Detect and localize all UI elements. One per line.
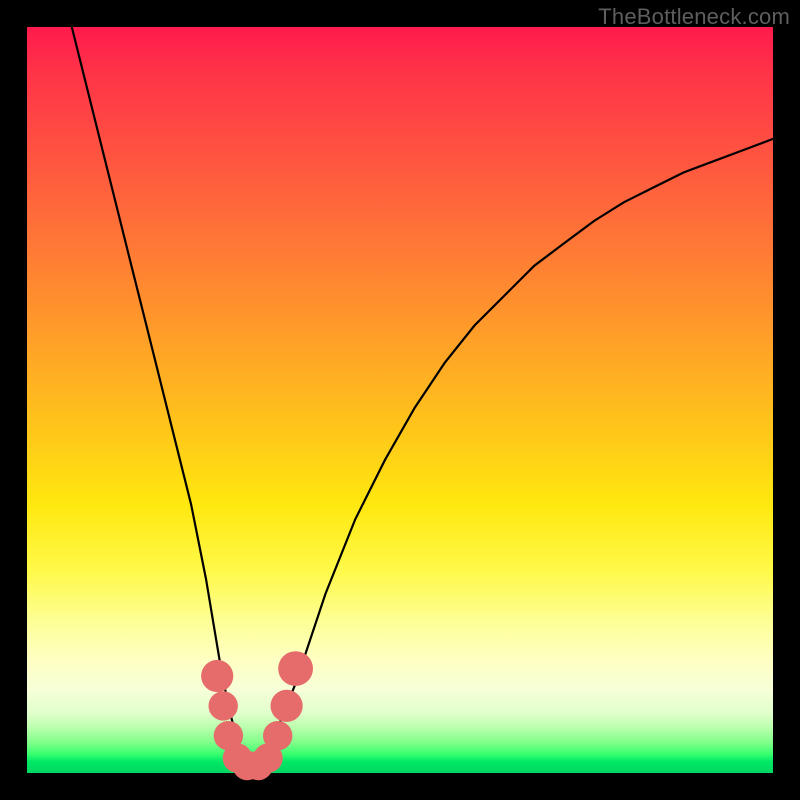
plot-area xyxy=(27,27,773,773)
curve-markers xyxy=(201,651,313,780)
bottleneck-curve xyxy=(72,27,773,766)
chart-frame: TheBottleneck.com xyxy=(0,0,800,800)
curve-marker xyxy=(209,691,238,720)
curve-marker xyxy=(201,660,233,692)
curve-layer xyxy=(27,27,773,773)
attribution-label: TheBottleneck.com xyxy=(598,4,790,30)
curve-marker xyxy=(278,651,313,686)
curve-marker xyxy=(271,690,303,722)
curve-marker xyxy=(263,721,292,750)
